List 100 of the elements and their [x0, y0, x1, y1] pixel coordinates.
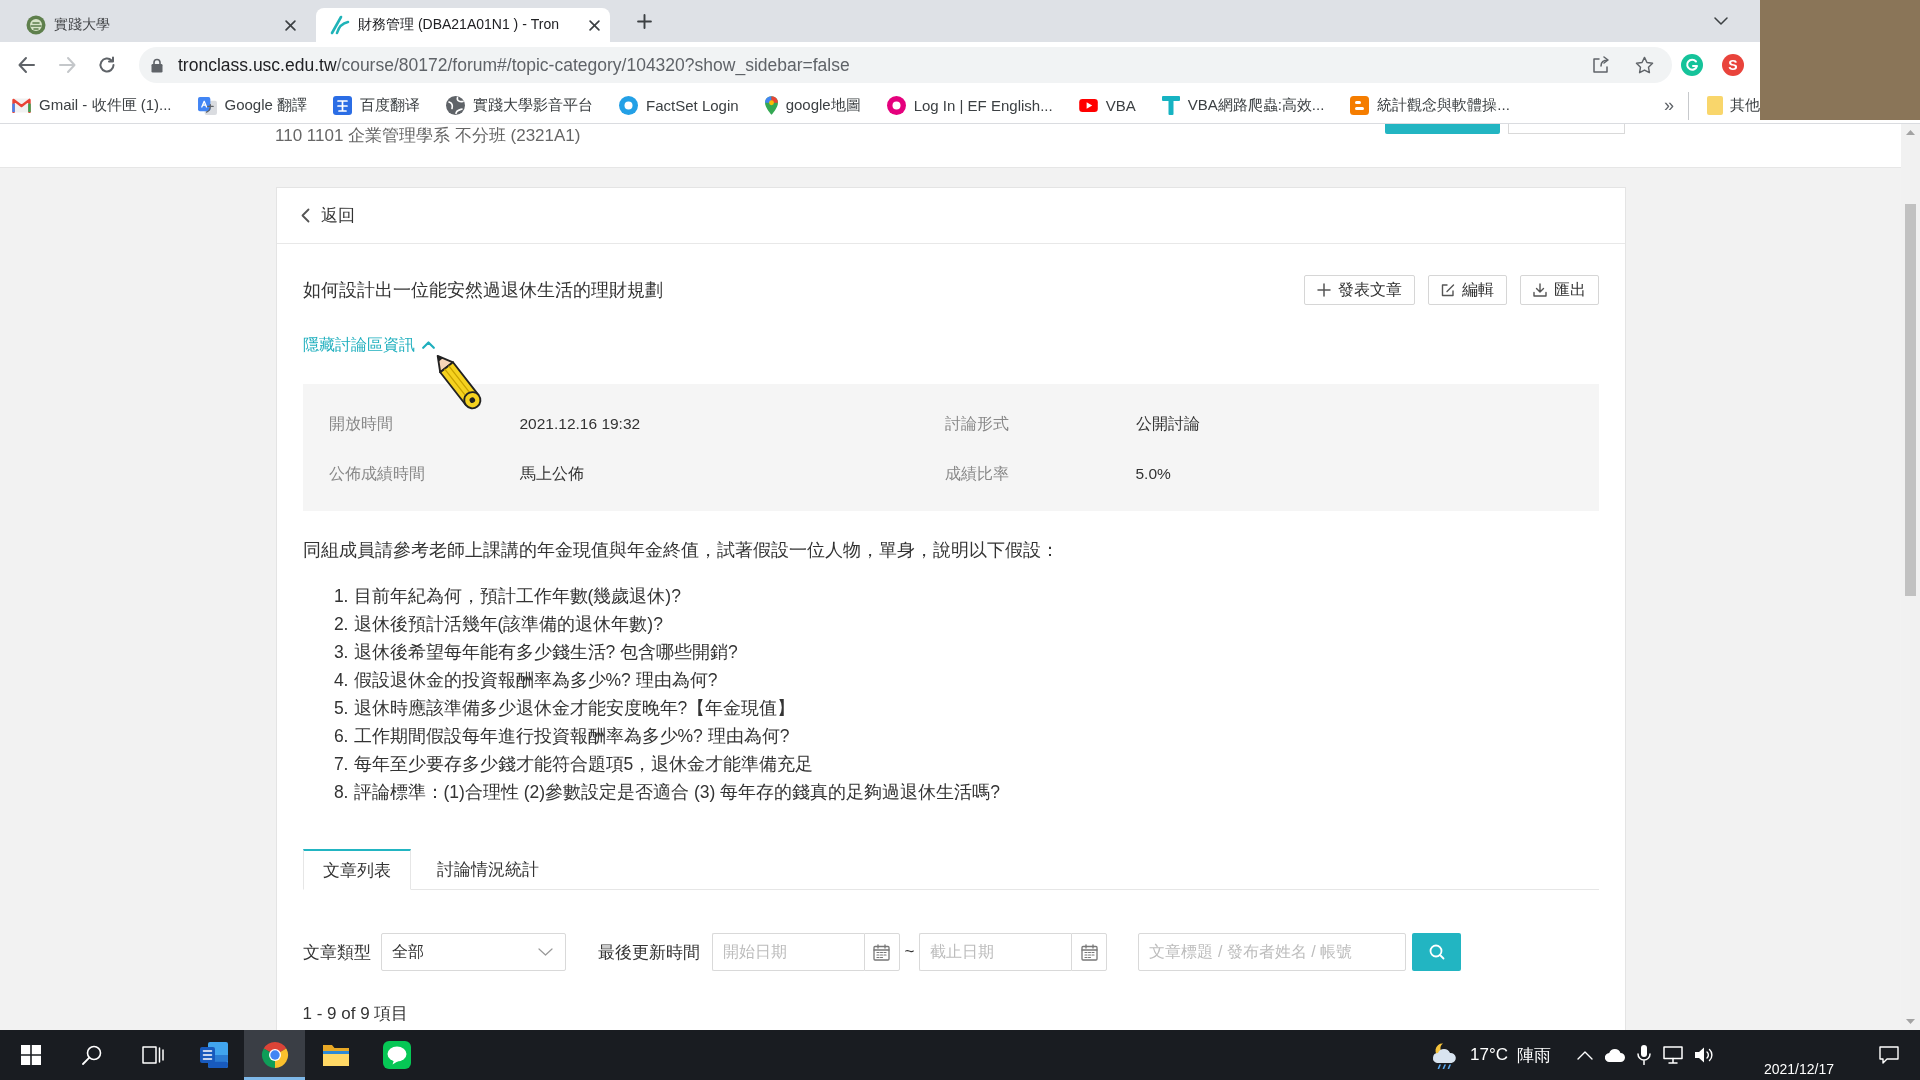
notification-icon[interactable] — [1879, 1046, 1899, 1064]
bookmark-item[interactable]: 百度翻译 — [333, 91, 421, 120]
page-tab[interactable]: 文章列表 — [302, 849, 411, 890]
download-icon — [1532, 283, 1547, 297]
play-icon — [1078, 99, 1098, 112]
address-bar[interactable]: tronclass.usc.edu.tw/course/80172/forum#/topic-category/104320?show_sidebar=false — [139, 47, 1672, 83]
bookmark-item[interactable]: VBA — [1078, 91, 1136, 120]
extension-button[interactable]: S — [1722, 54, 1744, 76]
microphone-icon[interactable] — [1637, 1045, 1651, 1065]
end-date-field[interactable]: 截止日期 — [919, 933, 1072, 971]
translate-icon — [333, 96, 353, 115]
start-date-field[interactable]: 開始日期 — [711, 933, 864, 971]
bookmark-folder[interactable]: 其他 — [1707, 91, 1760, 120]
bookmark-item[interactable]: Gmail - 收件匣 (1)... — [12, 91, 172, 120]
chrome-app-button[interactable] — [244, 1030, 305, 1080]
chrome-icon — [260, 1041, 289, 1069]
mail-icon — [12, 98, 31, 113]
info-value: 公開討論 — [1135, 414, 1200, 434]
question-text: 工作期間假設每年進行投資報酬率為多少%? 理由為何? — [353, 725, 790, 748]
info-value: 5.0% — [1135, 464, 1171, 484]
triangle-down-icon — [1906, 1019, 1915, 1024]
network-icon[interactable] — [1663, 1046, 1683, 1064]
more-bookmarks-button[interactable]: » — [1660, 91, 1689, 120]
moon-cloud-icon[interactable] — [1430, 1041, 1458, 1069]
question-number: 3. — [332, 641, 349, 664]
close-icon — [588, 19, 600, 31]
t-logo-icon — [1161, 96, 1180, 115]
edit-icon — [1440, 283, 1455, 297]
page-tab[interactable]: 討論情況統計 — [410, 849, 565, 889]
globe-icon — [446, 96, 466, 115]
lock-icon — [151, 57, 163, 73]
item-count: 1 - 9 of 9 項目 — [302, 1003, 410, 1025]
blog-logo-icon — [1350, 96, 1370, 115]
description-text: 同組成員請參考老師上課講的年金現值與年金終值，試著假設一位人物，單身，說明以下假設： — [302, 539, 1060, 562]
bookmark-item[interactable]: VBA網路爬蟲:高效... — [1161, 91, 1325, 120]
folder-icon — [321, 1043, 350, 1067]
task-view-icon — [141, 1046, 164, 1064]
add-post-button[interactable]: 發表文章 — [1303, 275, 1415, 305]
question-text: 目前年紀為何，預計工作年數(幾歲退休)? — [353, 585, 681, 608]
question-number: 2. — [332, 613, 349, 636]
search-field[interactable]: 文章標題 / 發布者姓名 / 帳號 — [1138, 933, 1407, 971]
info-label: 成績比率 — [944, 464, 1009, 484]
back-arrow-icon — [18, 56, 36, 74]
question-number: 1. — [332, 585, 349, 608]
calendar-button[interactable] — [1071, 933, 1108, 971]
question-text: 退休時應該準備多少退休金才能安度晚年?【年金現值】 — [353, 697, 796, 720]
calendar-icon — [873, 943, 890, 961]
question-number: 8. — [332, 781, 349, 804]
bookmark-item[interactable]: Log In | EF English... — [886, 91, 1053, 120]
translate-icon — [197, 96, 217, 115]
info-value: 馬上公佈 — [519, 464, 584, 484]
plus-icon — [1316, 283, 1331, 297]
round-logo-icon — [619, 96, 639, 115]
search-icon — [1428, 944, 1445, 960]
browser-tab[interactable]: 實踐大學 — [12, 8, 306, 42]
url-text: tronclass.usc.edu.tw/course/80172/forum#/topic-category/104320?show_sidebar=false — [178, 54, 851, 76]
edit-button[interactable]: 編輯 — [1427, 275, 1507, 305]
back-link[interactable]: 返回 — [300, 204, 355, 227]
folder-icon — [1707, 96, 1723, 115]
range-separator: ~ — [904, 942, 915, 962]
filter-label: 文章類型 — [302, 941, 371, 964]
question-number: 4. — [332, 669, 349, 692]
chevron-up-icon[interactable] — [1577, 1050, 1593, 1060]
close-icon — [284, 19, 296, 31]
browser-tab[interactable]: 財務管理 (DBA21A01N1 ) - Tron — [316, 8, 610, 42]
speaker-icon[interactable] — [1695, 1047, 1713, 1063]
share-icon — [1592, 56, 1610, 74]
round-logo-icon — [886, 96, 906, 115]
question-number: 7. — [332, 753, 349, 776]
cloud-icon[interactable] — [1605, 1048, 1625, 1062]
forward-arrow-icon — [58, 56, 76, 74]
export-button[interactable]: 匯出 — [1519, 275, 1599, 305]
bookmark-item[interactable]: google地圖 — [764, 91, 861, 120]
emblem-icon — [26, 15, 46, 35]
temperature-text[interactable]: 17°C — [1470, 1045, 1508, 1065]
calendar-button[interactable] — [863, 933, 900, 971]
info-label: 開放時間 — [328, 414, 393, 434]
star-icon — [1634, 56, 1654, 74]
calendar-icon — [1080, 943, 1098, 961]
chevron-down-icon — [1714, 17, 1728, 25]
info-value: 2021.12.16 19:32 — [519, 414, 641, 434]
ring-logo-icon — [1681, 54, 1703, 76]
type-select[interactable]: 全部 — [380, 933, 566, 971]
bookmark-item[interactable]: 統計觀念與軟體操... — [1350, 91, 1510, 120]
bookmark-item[interactable]: Google 翻譯 — [197, 91, 308, 120]
swoosh-icon — [330, 15, 350, 35]
reload-icon — [98, 56, 116, 74]
topic-title: 如何設計出一位能安然過退休生活的理財規劃 — [302, 279, 663, 302]
clock-date[interactable]: 2021/12/17 — [1763, 1061, 1835, 1077]
question-number: 6. — [332, 725, 349, 748]
chevron-left-icon — [300, 208, 310, 223]
bookmark-item[interactable]: 實踐大學影音平台 — [446, 91, 594, 120]
scrollbar-thumb[interactable] — [1905, 204, 1916, 596]
chevron-down-icon — [537, 948, 553, 956]
weather-condition-text[interactable]: 陣雨 — [1517, 1043, 1551, 1067]
question-text: 退休後預計活幾年(該準備的退休年數)? — [353, 613, 663, 636]
bookmark-item[interactable]: FactSet Login — [619, 91, 739, 120]
question-text: 評論標準：(1)合理性 (2)參數設定是否適合 (3) 每年存的錢真的足夠過退休生活嗎? — [353, 781, 1000, 804]
question-text: 退休後希望每年能有多少錢生活? 包含哪些開銷? — [353, 641, 738, 664]
windows-logo-icon — [20, 1045, 41, 1065]
